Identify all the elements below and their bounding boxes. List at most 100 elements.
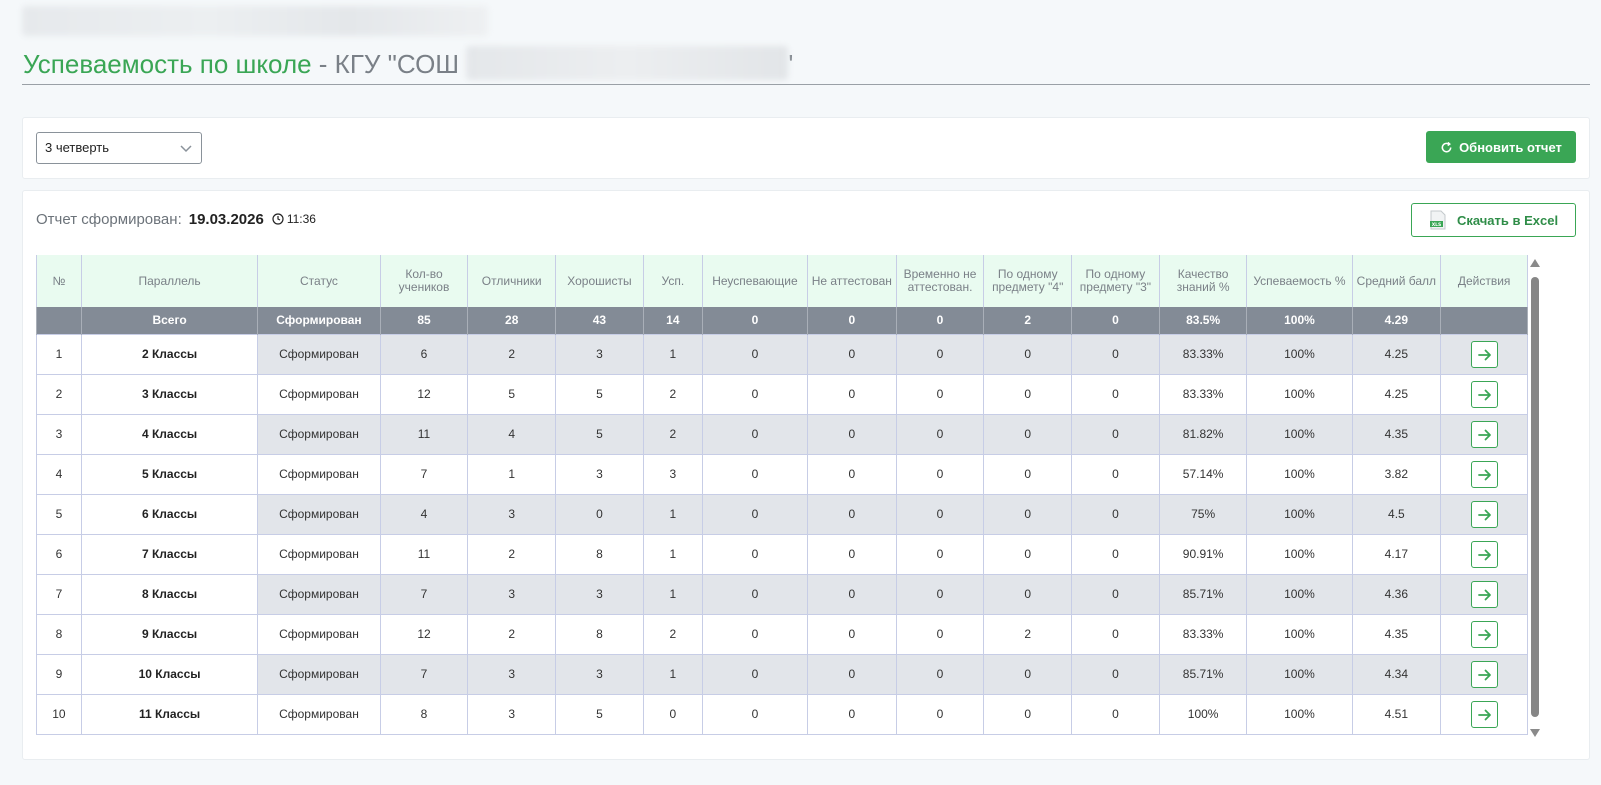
period-select[interactable]: 3 четверть xyxy=(36,132,202,164)
open-details-button[interactable] xyxy=(1470,620,1498,648)
total-cell: 43 xyxy=(555,307,644,334)
scroll-up-arrow-icon[interactable] xyxy=(1530,259,1540,267)
passing-count-cell: 1 xyxy=(642,653,703,695)
total-cell: 0 xyxy=(701,307,808,334)
one-three-count-cell: 0 xyxy=(1071,573,1160,615)
parallel-name-cell: 11 Классы xyxy=(80,693,259,735)
table-row: 45 Классы Сформирован 7 1 3 3 0 0 0 0 0 57.14% 100% 3… xyxy=(36,453,1528,495)
page-title: Успеваемость по школе - КГУ "СОШ ' xyxy=(23,44,793,84)
not-certified-count-cell: 0 xyxy=(806,413,897,455)
knowledge-quality-cell: 83.33% xyxy=(1158,613,1248,655)
good-count-cell: 5 xyxy=(555,413,644,455)
temp-not-certified-count-cell: 0 xyxy=(895,573,985,615)
status-cell: Сформирован xyxy=(257,373,381,415)
report-generated-label: Отчет сформирован: xyxy=(36,210,182,228)
progress-percent-cell: 100% xyxy=(1246,653,1353,695)
open-details-button[interactable] xyxy=(1470,540,1498,568)
average-score-cell: 4.17 xyxy=(1351,533,1442,575)
scroll-down-arrow-icon[interactable] xyxy=(1530,729,1540,737)
knowledge-quality-cell: 100% xyxy=(1158,693,1248,735)
average-score-cell: 4.36 xyxy=(1351,573,1442,615)
good-count-cell: 3 xyxy=(555,653,644,695)
good-count-cell: 0 xyxy=(555,493,644,535)
parallel-name-cell: 3 Классы xyxy=(80,373,259,415)
not-certified-count-cell: 0 xyxy=(806,333,897,375)
good-count-cell: 3 xyxy=(555,573,644,615)
actions-cell xyxy=(1440,653,1528,695)
total-cell: 85 xyxy=(379,307,469,334)
page-title-tail: ' xyxy=(788,49,794,79)
one-three-count-cell: 0 xyxy=(1071,413,1160,455)
total-cell xyxy=(36,307,82,334)
total-cell: Всего xyxy=(80,307,259,334)
not-certified-count-cell: 0 xyxy=(806,693,897,735)
open-details-button[interactable] xyxy=(1470,420,1498,448)
refresh-report-button[interactable]: Обновить отчет xyxy=(1426,131,1576,163)
progress-percent-cell: 100% xyxy=(1246,533,1353,575)
progress-percent-cell: 100% xyxy=(1246,693,1353,735)
report-generated-date: 19.03.2026 xyxy=(188,210,264,228)
parallel-name-cell: 6 Классы xyxy=(80,493,259,535)
not-certified-count-cell: 0 xyxy=(806,533,897,575)
excellent-count-cell: 3 xyxy=(467,573,557,615)
parallel-name-cell: 7 Классы xyxy=(80,533,259,575)
one-three-count-cell: 0 xyxy=(1071,493,1160,535)
knowledge-quality-cell: 85.71% xyxy=(1158,573,1248,615)
passing-count-cell: 2 xyxy=(642,613,703,655)
progress-percent-cell: 100% xyxy=(1246,453,1353,495)
average-score-cell: 4.25 xyxy=(1351,373,1442,415)
header-one-four: По одному предмету "4" xyxy=(983,255,1073,307)
students-count-cell: 7 xyxy=(379,573,469,615)
header-status: Статус xyxy=(257,255,381,307)
excellent-count-cell: 2 xyxy=(467,533,557,575)
open-details-button[interactable] xyxy=(1470,460,1498,488)
table-scrollbar[interactable] xyxy=(1528,255,1542,745)
arrow-right-icon xyxy=(1477,509,1491,520)
excellent-count-cell: 5 xyxy=(467,373,557,415)
open-details-button[interactable] xyxy=(1470,580,1498,608)
actions-cell xyxy=(1440,493,1528,535)
one-four-count-cell: 0 xyxy=(983,533,1073,575)
header-one-three: По одному предмету "3" xyxy=(1071,255,1160,307)
svg-text:XLS: XLS xyxy=(1432,222,1442,228)
scrollbar-thumb[interactable] xyxy=(1531,277,1539,717)
open-details-button[interactable] xyxy=(1470,700,1498,728)
not-certified-count-cell: 0 xyxy=(806,373,897,415)
failing-count-cell: 0 xyxy=(701,693,808,735)
open-details-button[interactable] xyxy=(1470,380,1498,408)
row-number-cell: 3 xyxy=(36,413,82,455)
passing-count-cell: 1 xyxy=(642,333,703,375)
download-excel-button[interactable]: XLS Скачать в Excel xyxy=(1411,203,1576,237)
chevron-down-icon xyxy=(180,145,192,153)
knowledge-quality-cell: 57.14% xyxy=(1158,453,1248,495)
temp-not-certified-count-cell: 0 xyxy=(895,693,985,735)
one-four-count-cell: 0 xyxy=(983,573,1073,615)
download-excel-label: Скачать в Excel xyxy=(1456,212,1559,228)
open-details-button[interactable] xyxy=(1470,340,1498,368)
title-divider xyxy=(22,84,1590,85)
progress-percent-cell: 100% xyxy=(1246,373,1353,415)
period-select-value: 3 четверть xyxy=(45,140,110,155)
passing-count-cell: 0 xyxy=(642,693,703,735)
good-count-cell: 5 xyxy=(555,373,644,415)
arrow-right-icon xyxy=(1477,469,1491,480)
open-details-button[interactable] xyxy=(1470,500,1498,528)
page-title-school: - КГУ "СОШ xyxy=(311,49,460,79)
students-count-cell: 7 xyxy=(379,653,469,695)
actions-cell xyxy=(1440,453,1528,495)
arrow-right-icon xyxy=(1477,349,1491,360)
excellent-count-cell: 3 xyxy=(467,653,557,695)
table-row: 23 Классы Сформирован 12 5 5 2 0 0 0 0 0 83.33% 100%… xyxy=(36,373,1528,415)
knowledge-quality-cell: 75% xyxy=(1158,493,1248,535)
actions-cell xyxy=(1440,413,1528,455)
one-four-count-cell: 0 xyxy=(983,493,1073,535)
total-cell: 2 xyxy=(983,307,1073,334)
header-quality: Качество знаний % xyxy=(1158,255,1248,307)
table-row: 56 Классы Сформирован 4 3 0 1 0 0 0 0 0 75% 100% 4.5 xyxy=(36,493,1528,535)
table-header-row: № Параллель Статус Кол-во учеников Отлич… xyxy=(36,255,1528,307)
temp-not-certified-count-cell: 0 xyxy=(895,653,985,695)
progress-percent-cell: 100% xyxy=(1246,613,1353,655)
open-details-button[interactable] xyxy=(1470,660,1498,688)
header-actions: Действия xyxy=(1440,255,1528,307)
status-cell: Сформирован xyxy=(257,573,381,615)
